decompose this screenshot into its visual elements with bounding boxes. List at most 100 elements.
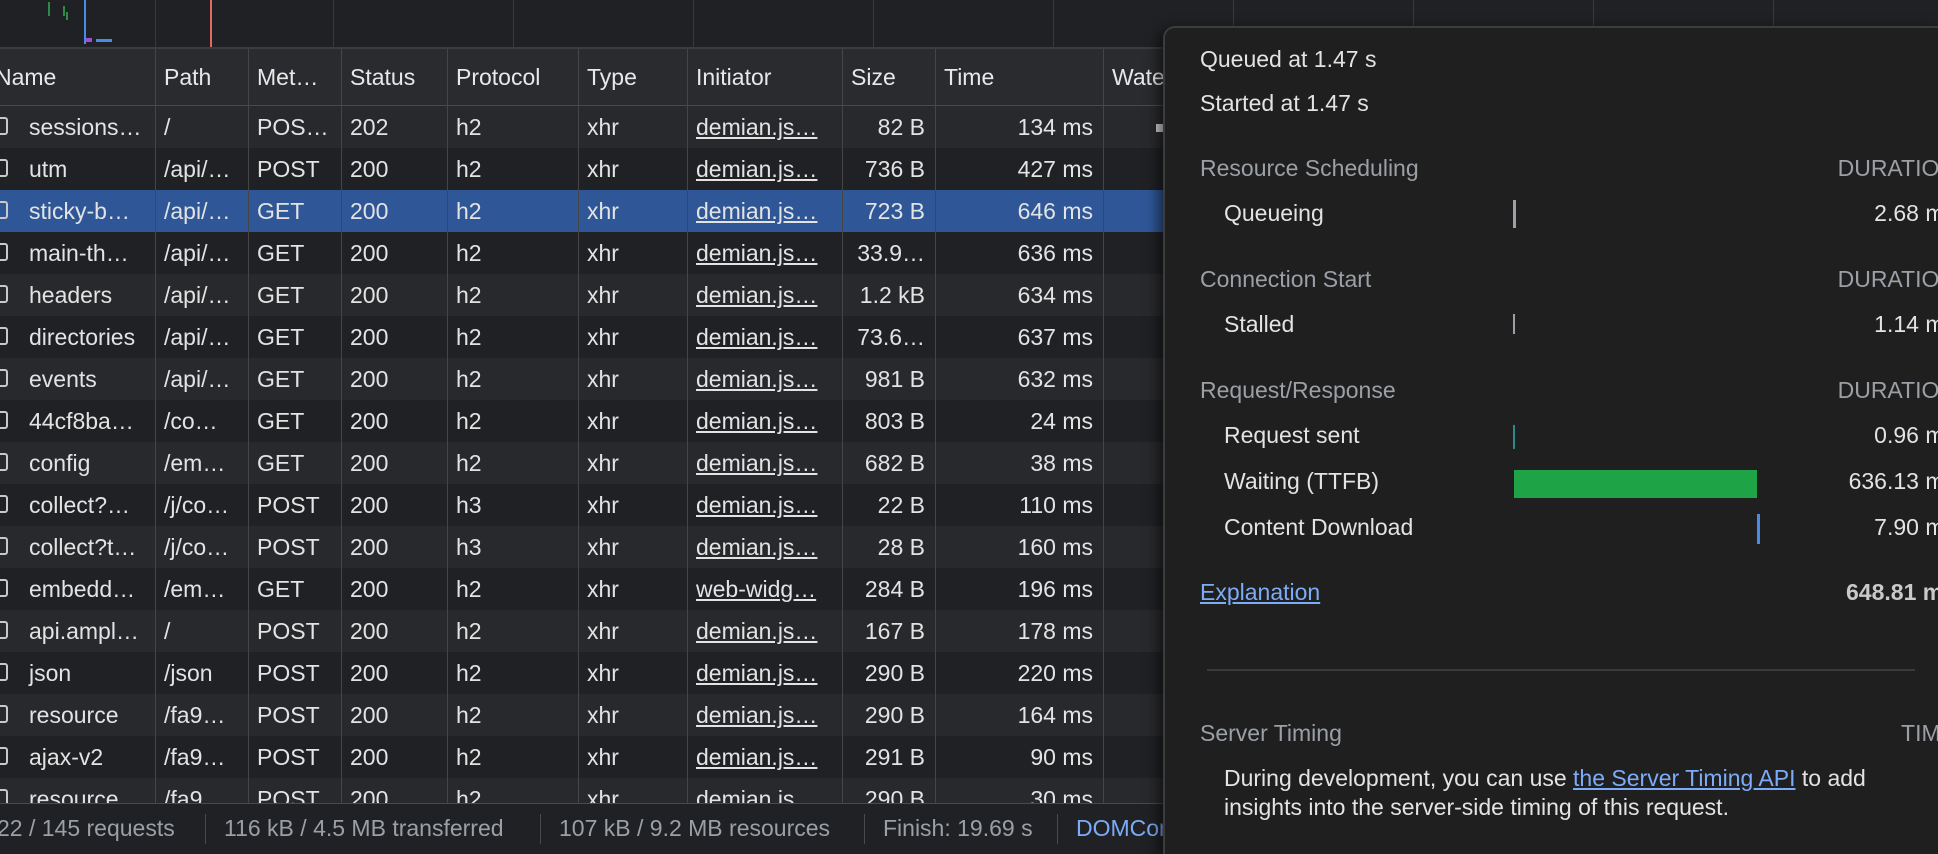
row-checkbox[interactable] (0, 705, 8, 723)
cell-initiator[interactable]: demian.js… (687, 274, 842, 316)
cell-type: xhr (587, 660, 619, 686)
table-row[interactable]: directories/api/… GET 200 h2 xhr demian.js… 73… (0, 316, 1170, 358)
cell-initiator[interactable]: demian.js… (687, 652, 842, 694)
cell-initiator[interactable]: demian.js… (687, 148, 842, 190)
cell-initiator[interactable]: demian.js… (687, 358, 842, 400)
row-checkbox[interactable] (0, 747, 8, 765)
cell-initiator[interactable]: demian.js… (687, 610, 842, 652)
column-divider[interactable] (1103, 49, 1104, 803)
cell-initiator[interactable]: demian.js… (687, 316, 842, 358)
cell-initiator[interactable]: web-widg… (687, 568, 842, 610)
column-divider[interactable] (447, 49, 448, 803)
column-header-method[interactable]: Met… (248, 49, 341, 105)
cell-path: /api/… (164, 198, 231, 224)
cell-initiator[interactable]: demian.js… (687, 694, 842, 736)
cell-initiator[interactable]: demian.js… (687, 526, 842, 568)
table-row[interactable]: collect?t… /j/co… POST 200 h3 xhr demian.js… 28… (0, 526, 1170, 568)
column-header-type[interactable]: Type (578, 49, 687, 105)
row-checkbox[interactable] (0, 789, 8, 803)
queueing-bar (1513, 200, 1516, 228)
table-row[interactable]: json/json POST 200 h2 xhr demian.js… 290 B 220 … (0, 652, 1170, 694)
column-divider[interactable] (935, 49, 936, 803)
section-title-connection-start: Connection Start (1200, 266, 1372, 292)
cell-type: xhr (587, 702, 619, 728)
cell-path: /j/co… (164, 492, 230, 518)
cell-status: 200 (350, 408, 389, 434)
server-timing-api-link[interactable]: the Server Timing API (1573, 765, 1795, 791)
table-row[interactable]: embedd… /em… GET 200 h2 xhr web-widg… 284 B 196 … (0, 568, 1170, 610)
column-divider[interactable] (248, 49, 249, 803)
overview-bar (48, 2, 50, 16)
row-checkbox[interactable] (0, 621, 8, 639)
column-header-initiator[interactable]: Initiator (687, 49, 842, 105)
cell-status: 200 (350, 450, 389, 476)
cell-initiator[interactable]: demian.js… (687, 232, 842, 274)
column-header-size[interactable]: Size (842, 49, 935, 105)
cell-type: xhr (587, 198, 619, 224)
waiting-ttfb-bar (1514, 470, 1757, 498)
row-checkbox[interactable] (0, 327, 8, 345)
table-row[interactable]: sessions… / POS… 202 h2 xhr demian.js… 82 B 134 … (0, 106, 1170, 148)
cell-method: GET (257, 576, 305, 602)
cell-initiator[interactable]: demian.js… (687, 442, 842, 484)
row-checkbox[interactable] (0, 369, 8, 387)
table-row[interactable]: 44cf8ba… /co… GET 200 h2 xhr demian.js… 803 B 24… (0, 400, 1170, 442)
cell-initiator[interactable]: demian.js… (687, 778, 842, 803)
table-row[interactable]: resource/fa9… POST 200 h2 xhr demian.js… 290 B… (0, 778, 1170, 803)
cell-name: utm (29, 156, 68, 182)
column-divider[interactable] (578, 49, 579, 803)
row-checkbox[interactable] (0, 411, 8, 429)
column-divider[interactable] (155, 49, 156, 803)
column-header-waterfall[interactable]: Waterfall (1103, 49, 1170, 105)
cell-name: resource (29, 702, 119, 728)
column-header-status[interactable]: Status (341, 49, 447, 105)
cell-method: POST (257, 786, 320, 803)
cell-protocol: h2 (456, 366, 482, 392)
cell-initiator[interactable]: demian.js… (687, 400, 842, 442)
table-row[interactable]: resource/fa9… POST 200 h2 xhr demian.js… 290 B… (0, 694, 1170, 736)
finish-time: Finish: 19.69 s (883, 815, 1033, 841)
column-header-path[interactable]: Path (155, 49, 248, 105)
row-checkbox[interactable] (0, 453, 8, 471)
cell-initiator[interactable]: demian.js… (687, 484, 842, 526)
cell-protocol: h2 (456, 744, 482, 770)
row-checkbox[interactable] (0, 495, 8, 513)
row-checkbox[interactable] (0, 285, 8, 303)
explanation-link[interactable]: Explanation (1200, 579, 1320, 606)
row-checkbox[interactable] (0, 579, 8, 597)
column-divider[interactable] (687, 49, 688, 803)
column-header-protocol[interactable]: Protocol (447, 49, 578, 105)
column-divider[interactable] (341, 49, 342, 803)
row-checkbox[interactable] (0, 243, 8, 261)
cell-initiator[interactable]: demian.js… (687, 190, 842, 232)
cell-size: 736 B (864, 156, 925, 182)
cell-protocol: h2 (456, 198, 482, 224)
cell-time: 164 ms (1017, 702, 1093, 728)
row-checkbox[interactable] (0, 159, 8, 177)
cell-protocol: h2 (456, 156, 482, 182)
cell-time: 632 ms (1017, 366, 1093, 392)
table-row[interactable]: events/api/… GET 200 h2 xhr demian.js… 981 B 63… (0, 358, 1170, 400)
table-row[interactable]: ajax-v2/fa9… POST 200 h2 xhr demian.js… 291 B 9… (0, 736, 1170, 778)
row-checkbox[interactable] (0, 117, 8, 135)
cell-initiator[interactable]: demian.js… (687, 106, 842, 148)
cell-initiator[interactable]: demian.js… (687, 736, 842, 778)
table-row[interactable]: api.ampl… / POST 200 h2 xhr demian.js… 167 B 178… (0, 610, 1170, 652)
cell-method: POST (257, 702, 320, 728)
table-row[interactable]: collect?… /j/co… POST 200 h3 xhr demian.js… 22 … (0, 484, 1170, 526)
row-checkbox[interactable] (0, 663, 8, 681)
column-header-name[interactable]: Name (0, 49, 156, 105)
cell-status: 200 (350, 744, 389, 770)
table-row[interactable]: utm/api/… POST 200 h2 xhr demian.js… 736 B 427 … (0, 148, 1170, 190)
cell-path: /api/… (164, 366, 231, 392)
table-row[interactable]: main-th… /api/… GET 200 h2 xhr demian.js… 33.9…… (0, 232, 1170, 274)
column-header-time[interactable]: Time (935, 49, 1103, 105)
cell-type: xhr (587, 744, 619, 770)
column-divider[interactable] (842, 49, 843, 803)
duration-header: DURATION (1837, 155, 1938, 181)
table-row[interactable]: sticky-b… /api/… GET 200 h2 xhr demian.js… 723 … (0, 190, 1170, 232)
table-row[interactable]: headers/api/… GET 200 h2 xhr demian.js… 1.2 kB… (0, 274, 1170, 316)
row-checkbox[interactable] (0, 201, 8, 219)
table-row[interactable]: config/em… GET 200 h2 xhr demian.js… 682 B 38 m… (0, 442, 1170, 484)
row-checkbox[interactable] (0, 537, 8, 555)
